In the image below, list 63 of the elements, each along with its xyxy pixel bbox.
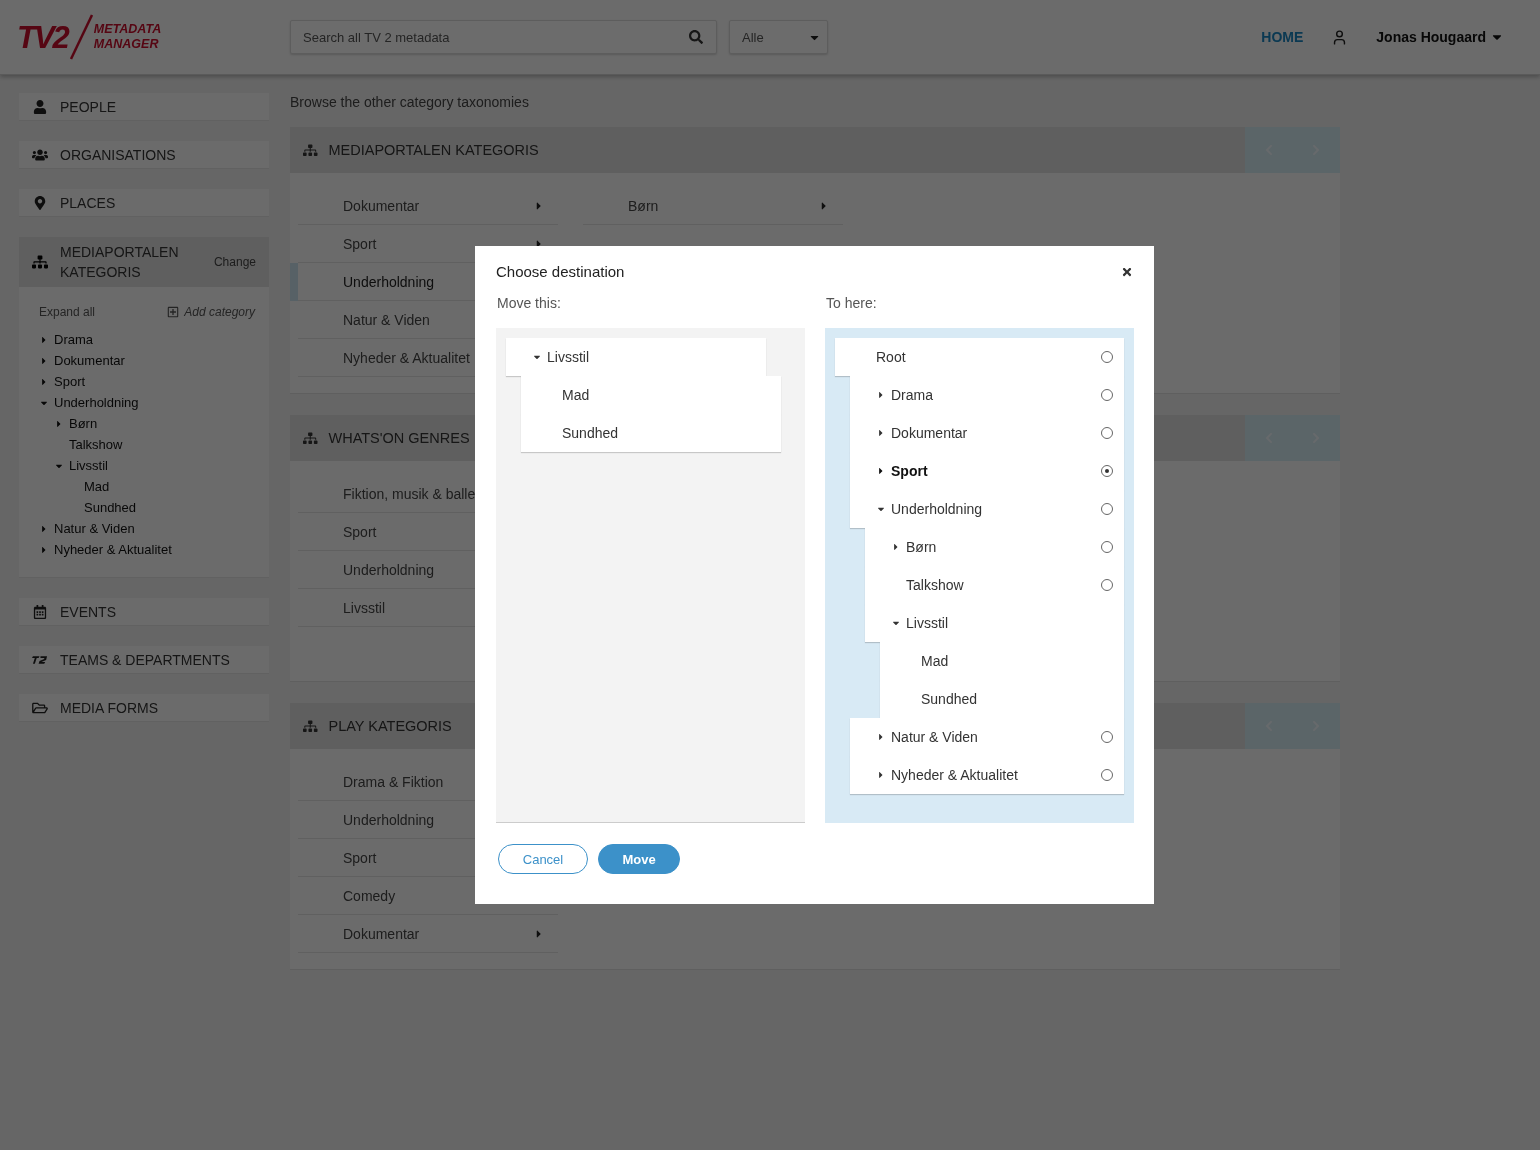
tree-node[interactable]: Børn bbox=[865, 528, 1124, 566]
move-button[interactable]: Move bbox=[598, 844, 680, 874]
plus-icon bbox=[167, 306, 180, 318]
panel-title: PLAY KATEGORIS bbox=[328, 718, 452, 734]
cancel-button[interactable]: Cancel bbox=[498, 844, 588, 874]
tree-item[interactable]: Drama bbox=[54, 332, 93, 347]
user-menu[interactable]: Jonas Hougaard bbox=[1376, 29, 1504, 45]
person-icon bbox=[32, 99, 48, 114]
target-label: To here: bbox=[826, 295, 877, 311]
calendar-icon bbox=[32, 604, 48, 619]
tree-item[interactable]: Børn bbox=[69, 416, 98, 431]
folder-icon bbox=[32, 700, 48, 715]
tree-node[interactable]: Drama bbox=[850, 376, 1124, 414]
tree-item[interactable]: Livsstil bbox=[69, 458, 108, 473]
hierarchy-icon bbox=[303, 142, 318, 158]
sidebar-item[interactable]: ORGANISATIONS bbox=[19, 141, 269, 169]
tree-item[interactable]: Sport bbox=[54, 374, 86, 389]
tree-item[interactable]: Dokumentar bbox=[54, 353, 125, 368]
tree-node[interactable]: Dokumentar bbox=[850, 414, 1124, 452]
slash-icon bbox=[67, 13, 94, 61]
logo-icon bbox=[32, 654, 48, 665]
tree-node[interactable]: Livsstil bbox=[865, 604, 1124, 642]
sidebar-item[interactable]: TEAMS & DEPARTMENTS bbox=[19, 646, 269, 674]
expand-all-link[interactable]: Expand all bbox=[39, 305, 96, 319]
search-field[interactable]: Search all TV 2 metadata bbox=[290, 20, 717, 54]
search-icon[interactable] bbox=[689, 30, 703, 44]
tree-node[interactable]: Sundhed bbox=[521, 414, 781, 452]
sidebar-item-label: MEDIAPORTALEN KATEGORIS bbox=[60, 243, 180, 282]
tree-node[interactable]: Root bbox=[835, 338, 1124, 376]
tree-item[interactable]: Natur & Viden bbox=[54, 521, 135, 536]
hierarchy-icon bbox=[32, 254, 48, 270]
intro-text: Browse the other category taxonomies bbox=[290, 93, 530, 112]
tree-node[interactable]: Natur & Viden bbox=[850, 718, 1124, 756]
tree-node[interactable]: Nyheder & Aktualitet bbox=[850, 756, 1124, 794]
map-pin-icon bbox=[32, 195, 48, 210]
logo[interactable]: TV2 METADATA MANAGER bbox=[17, 13, 290, 61]
sidebar-item[interactable]: EVENTS bbox=[19, 598, 269, 626]
home-link[interactable]: HOME bbox=[1261, 29, 1304, 45]
tree-node[interactable]: Underholdning bbox=[850, 490, 1124, 528]
tree-item[interactable]: Underholdning bbox=[54, 395, 139, 410]
add-category-link[interactable]: Add category bbox=[167, 305, 255, 319]
hierarchy-icon bbox=[303, 430, 318, 446]
tree-node[interactable]: Sundhed bbox=[880, 680, 1124, 718]
sidebar-item[interactable]: MEDIAPORTALEN KATEGORIS Change bbox=[19, 237, 269, 287]
close-button[interactable] bbox=[1121, 265, 1133, 278]
panel-title: MEDIAPORTALEN KATEGORIS bbox=[328, 142, 539, 158]
filter-dropdown[interactable]: Alle bbox=[729, 20, 828, 54]
sidebar-item[interactable]: MEDIA FORMS bbox=[19, 694, 269, 722]
tree-node[interactable]: Talkshow bbox=[865, 566, 1124, 604]
tree-node[interactable]: Livsstil bbox=[506, 338, 766, 376]
hierarchy-icon bbox=[303, 718, 318, 734]
tree-node[interactable]: Mad bbox=[521, 376, 781, 414]
tree-node[interactable]: Sport bbox=[850, 452, 1124, 490]
sidebar-item[interactable]: PLACES bbox=[19, 189, 269, 217]
change-link[interactable]: Change bbox=[213, 255, 256, 269]
sidebar-item[interactable]: PEOPLE bbox=[19, 93, 269, 121]
tree-item[interactable]: Mad bbox=[84, 479, 110, 494]
tree-node[interactable]: Mad bbox=[880, 642, 1124, 680]
tree-item[interactable]: Talkshow bbox=[69, 437, 123, 452]
tree-item[interactable]: Sundhed bbox=[84, 500, 137, 515]
people-icon bbox=[32, 147, 48, 162]
panel-title: WHATS'ON GENRES bbox=[328, 430, 470, 446]
tree-item[interactable]: Nyheder & Aktualitet bbox=[54, 542, 172, 557]
